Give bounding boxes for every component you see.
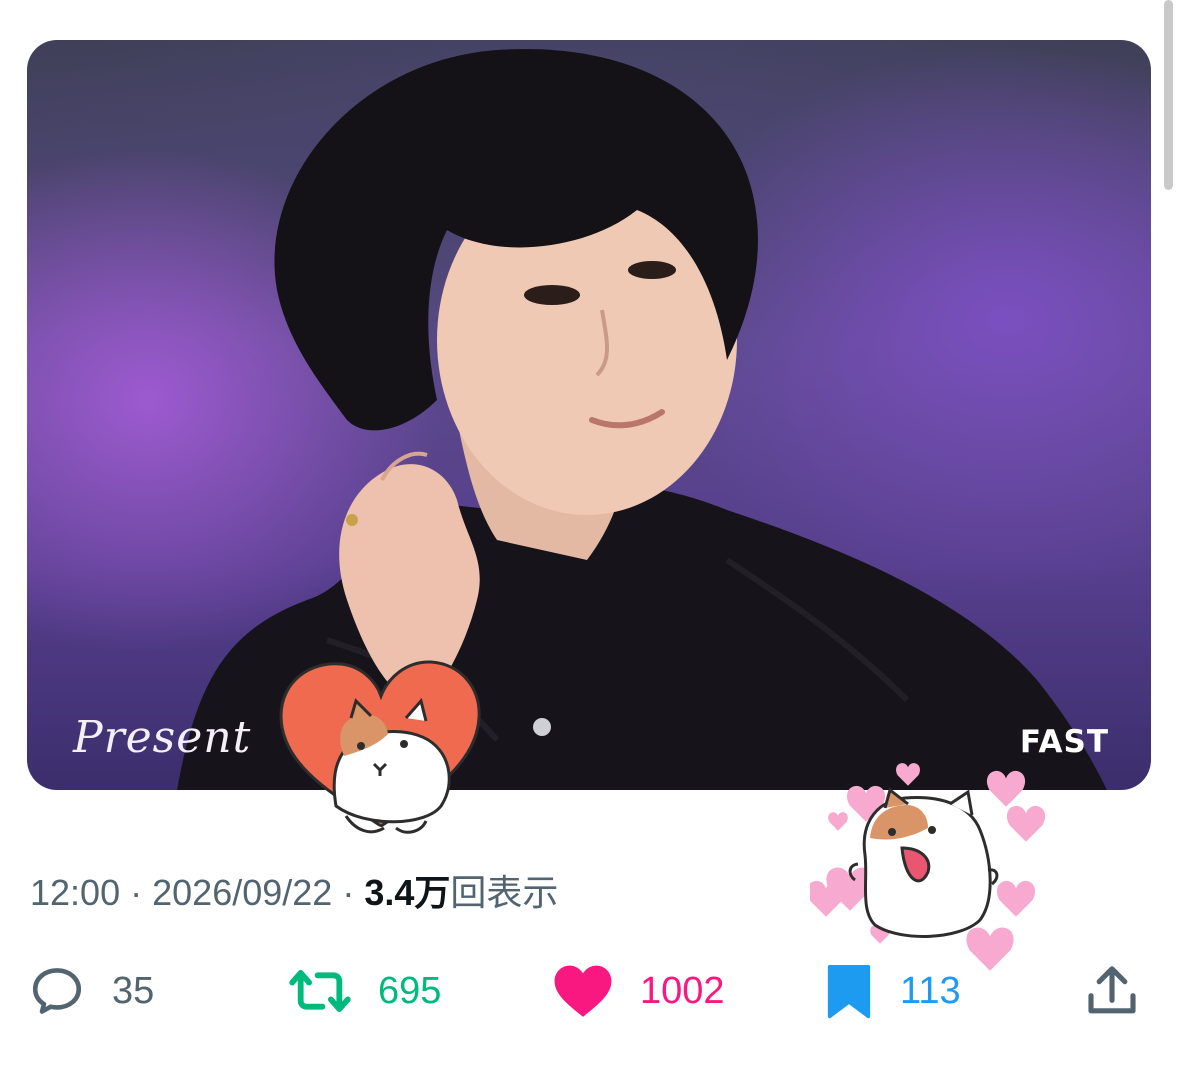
heart-icon xyxy=(554,965,612,1017)
separator-dot: · xyxy=(130,872,143,913)
like-count: 1002 xyxy=(640,969,725,1012)
retweet-button[interactable]: 695 xyxy=(288,955,441,1027)
bookmark-count: 113 xyxy=(900,969,961,1012)
scrollbar[interactable] xyxy=(1164,0,1173,190)
retweet-count: 695 xyxy=(378,969,442,1012)
bookmark-icon xyxy=(827,965,871,1019)
share-upload-icon xyxy=(1088,966,1136,1014)
retweet-arrows-icon xyxy=(289,969,351,1013)
speech-bubble-icon xyxy=(32,968,82,1014)
separator-dot: · xyxy=(342,872,355,913)
reply-count: 35 xyxy=(112,969,155,1012)
action-bar: 35 695 1002 113 xyxy=(0,955,1179,1027)
like-button[interactable]: 1002 xyxy=(552,955,725,1027)
post-metadata: 12:00 · 2026/09/22 · 3.4万回表示 xyxy=(30,864,558,916)
post-time: 12:00 xyxy=(30,872,121,913)
views-label[interactable]: 回表示 xyxy=(450,872,558,913)
present-watermark: Present xyxy=(73,712,252,763)
bookmark-button[interactable]: 113 xyxy=(824,955,961,1027)
post-date: 2026/09/22 xyxy=(152,872,333,913)
portrait-illustration xyxy=(177,49,1107,790)
views-count: 3.4万 xyxy=(364,872,451,913)
share-button[interactable] xyxy=(1084,955,1140,1027)
fast-logo: FAST xyxy=(1019,724,1109,760)
cat-in-heart-sticker xyxy=(279,660,481,834)
happy-cat-with-hearts-sticker xyxy=(810,763,1045,971)
reply-button[interactable]: 35 xyxy=(28,955,154,1027)
post-photo[interactable]: Present FAST xyxy=(27,40,1151,790)
